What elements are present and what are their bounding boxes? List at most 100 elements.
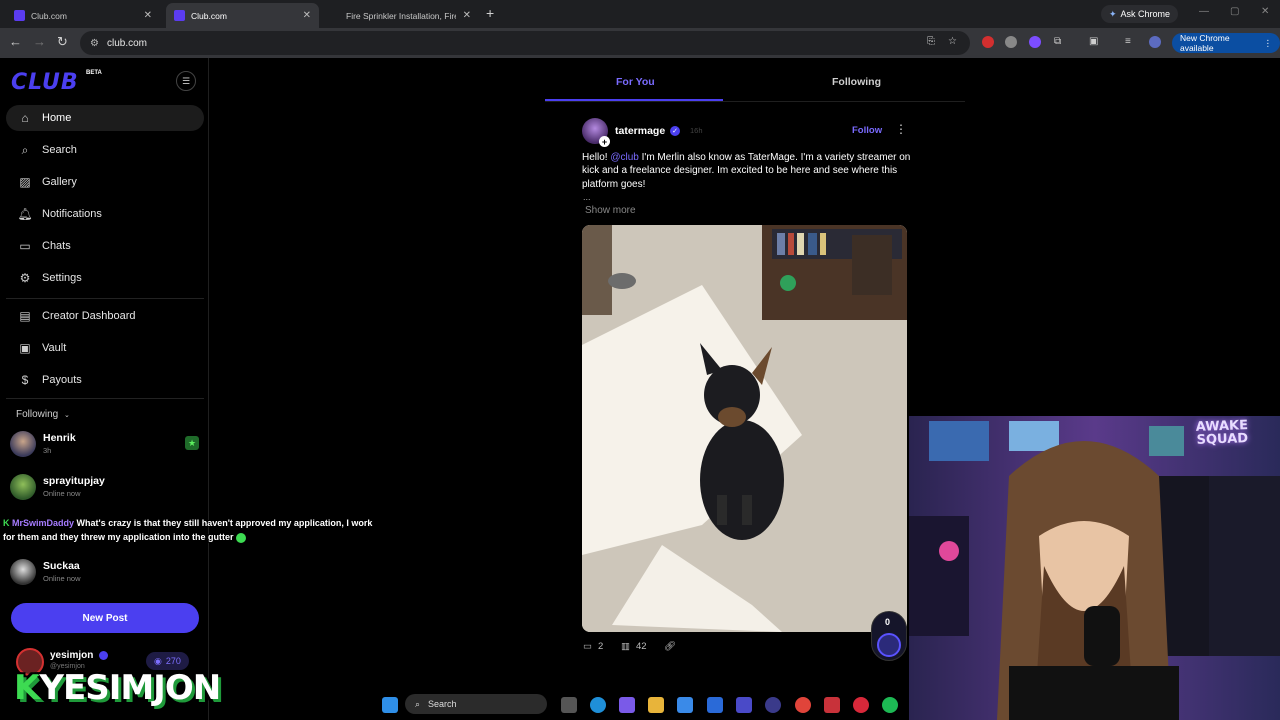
maps-icon[interactable] <box>824 697 840 713</box>
chat-icon: ▭ <box>19 239 31 253</box>
dog-photo <box>582 225 907 632</box>
nav-vault[interactable]: ▣ Vault <box>6 335 204 361</box>
post-image[interactable] <box>582 225 907 632</box>
ask-chrome-button[interactable]: ✦ Ask Chrome <box>1101 5 1179 23</box>
show-more-link[interactable]: Show more <box>585 205 636 216</box>
address-bar[interactable]: ⚙ club.com <box>80 31 970 55</box>
app-icon[interactable] <box>765 697 781 713</box>
media-icon[interactable]: ≡ <box>1125 36 1131 47</box>
copilot-icon[interactable] <box>619 697 635 713</box>
mention-link[interactable]: @club <box>610 152 639 163</box>
tab-following[interactable]: Following <box>832 76 881 88</box>
tab-for-you[interactable]: For You <box>616 76 655 88</box>
nav-chats[interactable]: ▭ Chats <box>6 233 204 259</box>
following-user[interactable]: Henrik 3h ★ <box>10 431 200 461</box>
sidebar: CLUB BETA ☰ ⌂ Home ⌕ Search ▨ Gallery 🔔︎… <box>0 58 209 720</box>
nav-label: Notifications <box>42 208 102 220</box>
spotify-icon[interactable] <box>882 697 898 713</box>
browser-tab-active[interactable]: Club.com ✕ <box>166 3 319 28</box>
nav-creator-dashboard[interactable]: ▤ Creator Dashboard <box>6 303 204 329</box>
extension-icon[interactable] <box>1029 36 1041 48</box>
close-tab-icon[interactable]: ✕ <box>144 10 152 21</box>
extension-icon[interactable] <box>1005 36 1017 48</box>
nav-label: Vault <box>42 342 67 354</box>
update-chrome-button[interactable]: New Chrome available ⋮ <box>1172 33 1280 53</box>
webcam-overlay: AWAKE SQUAD <box>909 416 1280 720</box>
user-name: Henrik <box>43 432 76 444</box>
boost-count: 0 <box>885 617 891 627</box>
nav-settings[interactable]: ⚙ Settings <box>6 265 204 291</box>
task-view-icon[interactable] <box>561 697 577 713</box>
comment-count: 2 <box>597 641 604 652</box>
club-logo[interactable]: CLUB <box>11 70 79 95</box>
close-tab-icon[interactable]: ✕ <box>303 10 311 21</box>
store-icon[interactable] <box>677 697 693 713</box>
nav-notifications[interactable]: 🔔︎ Notifications <box>6 201 204 227</box>
mail-icon[interactable] <box>707 697 723 713</box>
comment-button[interactable]: ▭ 2 <box>583 641 603 652</box>
hamburger-menu-icon[interactable]: ☰ <box>176 71 196 91</box>
search-icon: ⌕ <box>415 698 421 709</box>
close-window-icon[interactable]: ✕ <box>1261 6 1269 17</box>
chrome-icon[interactable] <box>795 697 811 713</box>
link-icon: 🔗︎ <box>664 641 677 652</box>
file-explorer-icon[interactable] <box>648 697 664 713</box>
user-name: Suckaa <box>43 560 80 572</box>
back-icon[interactable]: ← <box>9 34 22 49</box>
post-author-name[interactable]: tatermage <box>615 125 665 137</box>
more-options-icon[interactable]: ⋮ <box>895 122 907 136</box>
site-info-icon[interactable]: ⚙ <box>90 38 99 49</box>
follow-button[interactable]: Follow <box>852 125 882 136</box>
plus-icon[interactable]: + <box>599 136 610 147</box>
maximize-icon[interactable]: ▢ <box>1230 6 1239 17</box>
sparkle-icon: ✦ <box>1109 8 1117 19</box>
url-text: club.com <box>106 37 147 49</box>
nav-label: Chats <box>42 240 71 252</box>
tab-title: Club.com <box>31 10 67 21</box>
coin-icon: ◉ <box>154 655 162 666</box>
browser-tab[interactable]: Club.com ✕ <box>6 3 160 28</box>
nav-home[interactable]: ⌂ Home <box>6 105 204 131</box>
active-tab-indicator <box>545 99 723 101</box>
close-tab-icon[interactable]: ✕ <box>463 10 471 21</box>
minimize-icon[interactable]: — <box>1199 6 1209 17</box>
edge-icon[interactable] <box>590 697 606 713</box>
verified-icon <box>99 650 109 660</box>
stream-chat-message: K MrSwimDaddy What's crazy is that they … <box>3 516 373 544</box>
menu-dots-icon: ⋮ <box>1263 37 1273 48</box>
sidepanel-icon[interactable]: ▣ <box>1089 36 1098 47</box>
browser-tab[interactable]: Fire Sprinkler Installation, Fire A ✕ <box>325 3 479 28</box>
user-status: Online now <box>43 489 81 498</box>
app-icon[interactable] <box>853 697 869 713</box>
following-user[interactable]: Suckaa Online now <box>10 559 200 589</box>
following-user[interactable]: sprayitupjay Online now <box>10 474 200 504</box>
divider <box>6 298 204 299</box>
my-name-text: yesimjon <box>50 650 94 661</box>
comment-icon: ▭ <box>583 641 592 652</box>
bookmark-star-icon[interactable]: ☆ <box>948 36 957 47</box>
nav-payouts[interactable]: $ Payouts <box>6 367 204 393</box>
boost-icon[interactable] <box>877 633 901 657</box>
share-button[interactable]: 🔗︎ <box>664 641 676 652</box>
forward-icon[interactable]: → <box>33 34 46 49</box>
update-label: New Chrome available <box>1180 33 1230 53</box>
streamer-video <box>909 416 1280 720</box>
taskbar-search[interactable]: ⌕ Search <box>405 694 547 714</box>
windows-start-icon[interactable] <box>382 697 398 713</box>
user-name: sprayitupjay <box>43 475 105 487</box>
new-post-button[interactable]: New Post <box>11 603 199 633</box>
my-name: yesimjon <box>50 650 109 661</box>
install-icon[interactable]: ⎘ <box>927 36 935 47</box>
streamer-brand-logo: KYESIMJON <box>14 668 221 708</box>
reload-icon[interactable]: ↻ <box>57 34 68 50</box>
tab-title: Fire Sprinkler Installation, Fire A <box>346 10 456 21</box>
new-tab-icon[interactable]: + <box>486 5 494 21</box>
dollar-icon: $ <box>21 373 29 387</box>
profile-avatar[interactable] <box>1149 36 1161 48</box>
nav-gallery[interactable]: ▨ Gallery <box>6 169 204 195</box>
nav-search[interactable]: ⌕ Search <box>6 137 204 163</box>
extensions-puzzle-icon[interactable]: ⧉ <box>1054 36 1061 47</box>
extension-icon[interactable] <box>982 36 994 48</box>
following-section-toggle[interactable]: Following ⌄ <box>16 409 70 420</box>
app-icon[interactable] <box>736 697 752 713</box>
